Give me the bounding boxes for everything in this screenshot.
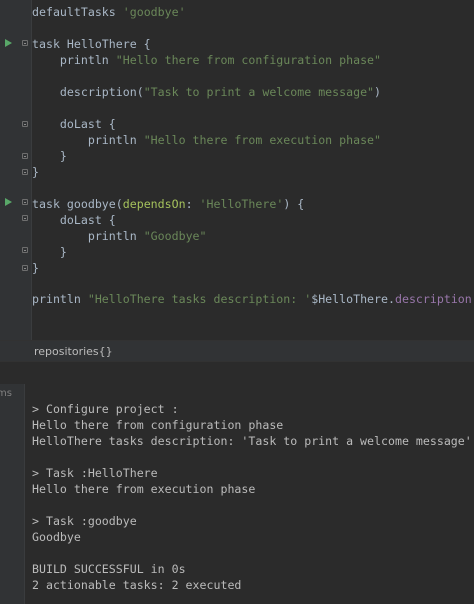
fold-icon[interactable]	[22, 40, 28, 46]
fold-icon[interactable]	[22, 247, 28, 253]
run-goodbye-icon[interactable]	[5, 198, 12, 206]
fold-icon[interactable]	[22, 153, 28, 159]
panel-splitter[interactable]	[0, 362, 474, 384]
fold-icon[interactable]	[22, 121, 28, 127]
code-line-println-description[interactable]: println "HelloThere tasks description: '…	[32, 291, 474, 307]
console-divider	[24, 384, 25, 604]
code-line-dolast[interactable]: doLast {	[32, 116, 116, 132]
fold-icon[interactable]	[22, 265, 28, 271]
console-line: > Configure project :	[32, 402, 179, 416]
code-line-println-config[interactable]: println "Hello there from configuration …	[32, 52, 381, 68]
code-line-description[interactable]: description("Task to print a welcome mes…	[32, 84, 381, 100]
code-line-close-brace[interactable]: }	[32, 260, 39, 276]
console-line: Hello there from configuration phase	[32, 418, 284, 432]
code-line-task-hellothere[interactable]: task HelloThere {	[32, 36, 151, 52]
code-line-close-brace[interactable]: }	[32, 244, 67, 260]
breadcrumb-bar: repositories{}	[0, 340, 474, 362]
fold-icon[interactable]	[22, 169, 28, 175]
code-line-task-goodbye[interactable]: task goodbye(dependsOn: 'HelloThere') {	[32, 196, 304, 212]
code-line-println-goodbye[interactable]: println "Goodbye"	[32, 228, 207, 244]
code-editor[interactable]: defaultTasks 'goodbye' task HelloThere {…	[0, 0, 474, 340]
fold-icon[interactable]	[22, 215, 28, 221]
code-line-default-tasks[interactable]: defaultTasks 'goodbye'	[32, 4, 186, 20]
duration-label: ms	[0, 388, 12, 399]
breadcrumb-repositories[interactable]: repositories{}	[34, 345, 113, 358]
code-line-close-brace[interactable]: }	[32, 164, 39, 180]
code-line-println-exec[interactable]: println "Hello there from execution phas…	[32, 132, 381, 148]
console-line: 2 actionable tasks: 2 executed	[32, 578, 242, 592]
console-line: HelloThere tasks description: 'Task to p…	[32, 434, 472, 448]
console-line: > Task :goodbye	[32, 514, 137, 528]
console-tree-panel: ms	[0, 384, 24, 604]
console-line: BUILD SUCCESSFUL in 0s	[32, 562, 186, 576]
console-line: > Task :HelloThere	[32, 466, 158, 480]
fold-icon[interactable]	[22, 199, 28, 205]
code-line-dolast[interactable]: doLast {	[32, 212, 116, 228]
code-line-close-brace[interactable]: }	[32, 148, 67, 164]
console-line: Goodbye	[32, 530, 81, 544]
run-console[interactable]: ms > Configure project : Hello there fro…	[0, 384, 474, 604]
run-hellothere-icon[interactable]	[5, 39, 12, 47]
console-line: Hello there from execution phase	[32, 482, 256, 496]
